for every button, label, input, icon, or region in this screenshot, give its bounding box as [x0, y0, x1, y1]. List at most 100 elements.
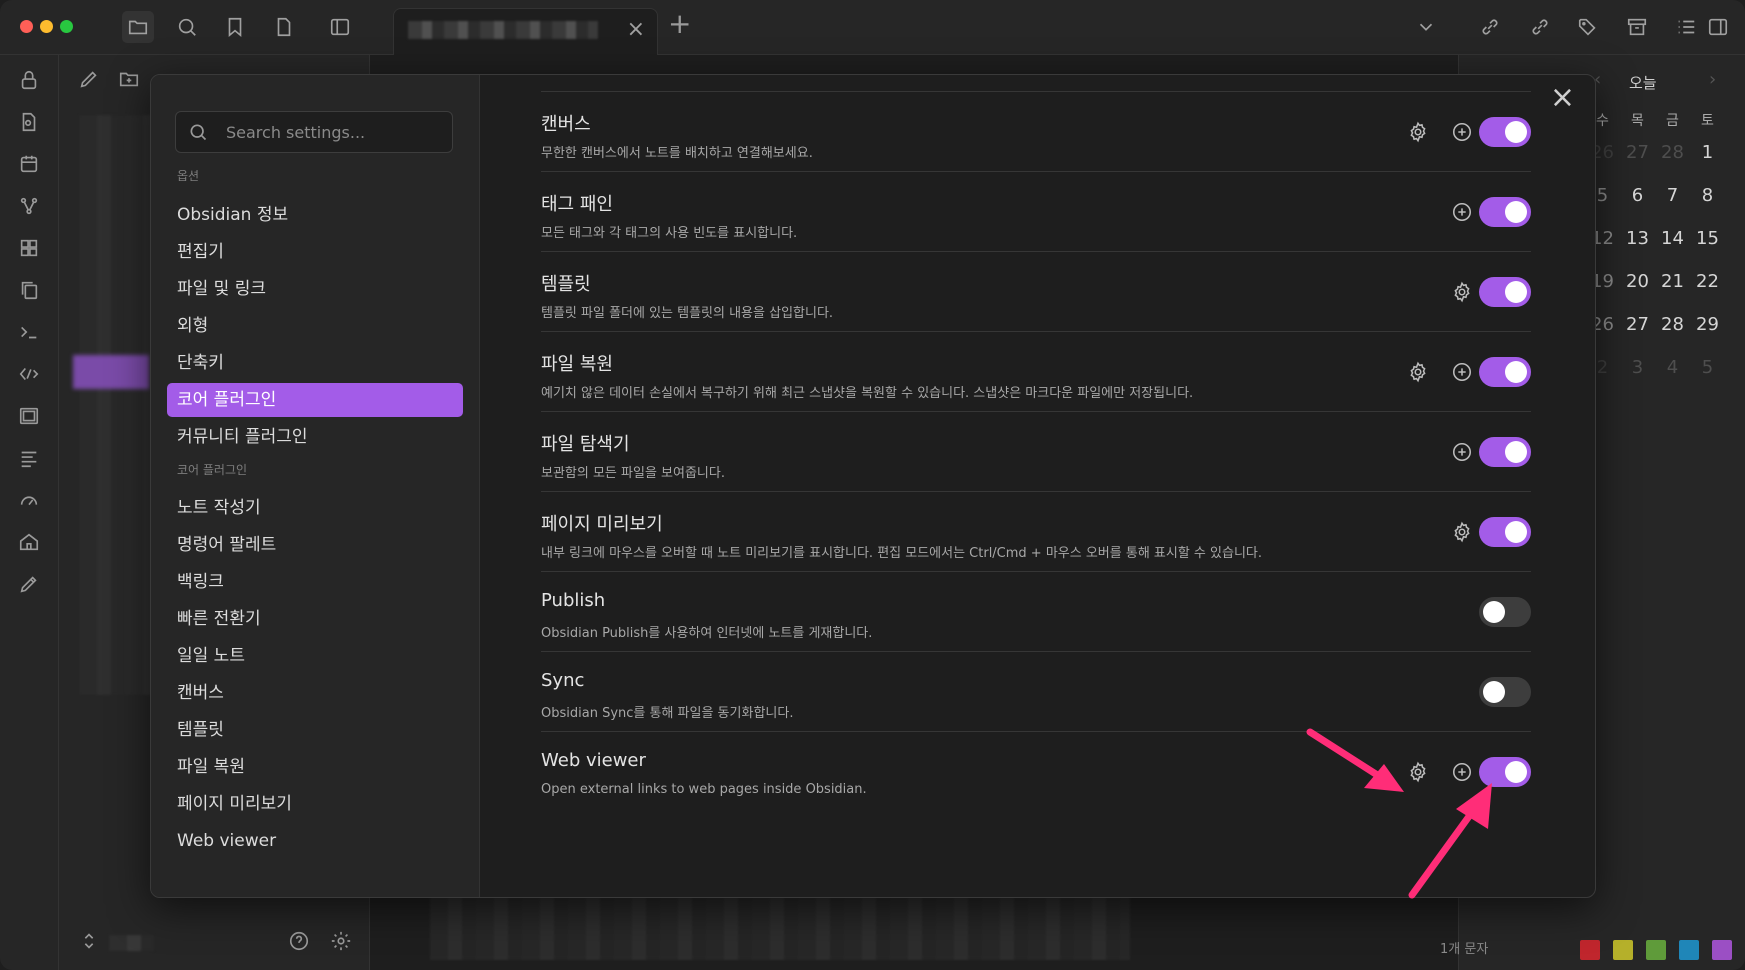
close-window-button[interactable] [20, 20, 33, 33]
settings-nav-item[interactable]: 명령어 팔레트 [167, 528, 463, 562]
settings-nav-item[interactable]: 페이지 미리보기 [167, 787, 463, 821]
calendar-day[interactable]: 20 [1620, 271, 1655, 292]
gear-icon[interactable] [1403, 117, 1433, 147]
settings-nav-item[interactable]: 템플릿 [167, 713, 463, 747]
plugin-toggle[interactable] [1479, 597, 1531, 627]
chevron-down-icon[interactable] [1410, 11, 1442, 43]
home-icon[interactable] [15, 528, 43, 556]
right-sidebar-toggle-icon[interactable] [1702, 11, 1734, 43]
plus-circle-icon[interactable] [1447, 197, 1477, 227]
color-swatch[interactable] [1712, 940, 1732, 960]
calendar-day[interactable]: 8 [1690, 185, 1725, 206]
gear-icon[interactable] [1447, 517, 1477, 547]
active-tab[interactable]: × [393, 8, 658, 55]
calendar-day[interactable]: 29 [1690, 314, 1725, 335]
list-icon[interactable] [1670, 11, 1702, 43]
gauge-icon[interactable] [15, 486, 43, 514]
calendar-next-icon[interactable]: › [1709, 69, 1716, 90]
calendar-day[interactable]: 3 [1620, 357, 1655, 378]
calendar-day[interactable]: 5 [1690, 357, 1725, 378]
new-tab-icon[interactable]: + [668, 10, 691, 38]
calendar-day[interactable]: 27 [1620, 142, 1655, 163]
plus-circle-icon[interactable] [1447, 357, 1477, 387]
calendar-day[interactable]: 28 [1655, 142, 1690, 163]
plugin-toggle[interactable] [1479, 437, 1531, 467]
bookmark-icon[interactable] [219, 11, 251, 43]
settings-nav-item[interactable]: Obsidian 정보 [167, 198, 463, 232]
settings-nav-item[interactable]: 파일 복원 [167, 750, 463, 784]
file-icon[interactable] [268, 11, 300, 43]
maximize-window-button[interactable] [60, 20, 73, 33]
sidebar-toggle-icon[interactable] [324, 11, 356, 43]
settings-nav-item[interactable]: 편집기 [167, 235, 463, 269]
plugin-toggle[interactable] [1479, 677, 1531, 707]
calendar-today-button[interactable]: 오늘 [1629, 72, 1657, 93]
calendar-day[interactable]: 27 [1620, 314, 1655, 335]
settings-nav-item[interactable]: 빠른 전환기 [167, 602, 463, 636]
plus-circle-icon[interactable] [1447, 117, 1477, 147]
calendar-day[interactable]: 6 [1620, 185, 1655, 206]
slides-icon[interactable] [15, 402, 43, 430]
vault-switcher-icon[interactable] [75, 927, 103, 955]
copy-icon[interactable] [15, 276, 43, 304]
calendar-day[interactable]: 14 [1655, 228, 1690, 249]
terminal-icon[interactable] [15, 318, 43, 346]
text-align-icon[interactable] [15, 444, 43, 472]
folder-icon[interactable] [122, 11, 154, 43]
settings-nav-item[interactable]: Web viewer [167, 824, 463, 858]
calendar-day[interactable]: 7 [1655, 185, 1690, 206]
calendar-day[interactable]: 1 [1690, 142, 1725, 163]
settings-nav-item[interactable]: 일일 노트 [167, 639, 463, 673]
settings-nav-item[interactable]: 단축키 [167, 346, 463, 380]
annotation-arrow-toggle [1408, 783, 1492, 899]
plugin-toggle[interactable] [1479, 197, 1531, 227]
calendar-day[interactable]: 28 [1655, 314, 1690, 335]
settings-nav-item[interactable]: 파일 및 링크 [167, 272, 463, 306]
plugin-name: 템플릿 [541, 274, 591, 295]
settings-nav-item[interactable]: 커뮤니티 플러그인 [167, 420, 463, 454]
file-search-icon[interactable] [15, 108, 43, 136]
settings-nav-item[interactable]: 노트 작성기 [167, 491, 463, 525]
settings-nav-item[interactable]: 코어 플러그인 [167, 383, 463, 417]
minimize-window-button[interactable] [40, 20, 53, 33]
plugin-toggle[interactable] [1479, 117, 1531, 147]
pen-icon[interactable] [15, 570, 43, 598]
tags-icon[interactable] [1572, 11, 1604, 43]
outgoing-link-icon[interactable] [1524, 11, 1556, 43]
color-swatch[interactable] [1613, 940, 1633, 960]
calendar-icon[interactable] [15, 150, 43, 178]
link-icon[interactable] [1474, 11, 1506, 43]
plus-circle-icon[interactable] [1447, 437, 1477, 467]
calendar-day[interactable]: 15 [1690, 228, 1725, 249]
plugin-description: 모든 태그와 각 태그의 사용 빈도를 표시합니다. [541, 226, 798, 241]
graph-icon[interactable] [15, 192, 43, 220]
templater-icon[interactable] [15, 360, 43, 388]
new-folder-icon[interactable] [115, 65, 143, 93]
color-swatch[interactable] [1679, 940, 1699, 960]
settings-nav-item[interactable]: 캔버스 [167, 676, 463, 710]
color-swatch[interactable] [1646, 940, 1666, 960]
close-icon[interactable]: × [627, 19, 645, 41]
plugin-toggle[interactable] [1479, 357, 1531, 387]
settings-search[interactable] [175, 111, 453, 153]
settings-nav-item[interactable]: 백링크 [167, 565, 463, 599]
gear-icon[interactable] [1447, 277, 1477, 307]
calendar-day[interactable]: 22 [1690, 271, 1725, 292]
lock-icon[interactable] [15, 66, 43, 94]
calendar-day[interactable]: 21 [1655, 271, 1690, 292]
settings-search-input[interactable] [224, 112, 448, 152]
calendar-day[interactable]: 13 [1620, 228, 1655, 249]
settings-gear-icon[interactable] [327, 927, 355, 955]
close-icon[interactable]: × [1550, 83, 1575, 113]
canvas-icon[interactable] [15, 234, 43, 262]
plugin-toggle[interactable] [1479, 517, 1531, 547]
calendar-day[interactable]: 4 [1655, 357, 1690, 378]
help-icon[interactable] [285, 927, 313, 955]
gear-icon[interactable] [1403, 357, 1433, 387]
color-swatch[interactable] [1580, 940, 1600, 960]
plugin-toggle[interactable] [1479, 277, 1531, 307]
new-note-icon[interactable] [75, 65, 103, 93]
archive-icon[interactable] [1621, 11, 1653, 43]
settings-nav-item[interactable]: 외형 [167, 309, 463, 343]
search-icon[interactable] [171, 11, 203, 43]
